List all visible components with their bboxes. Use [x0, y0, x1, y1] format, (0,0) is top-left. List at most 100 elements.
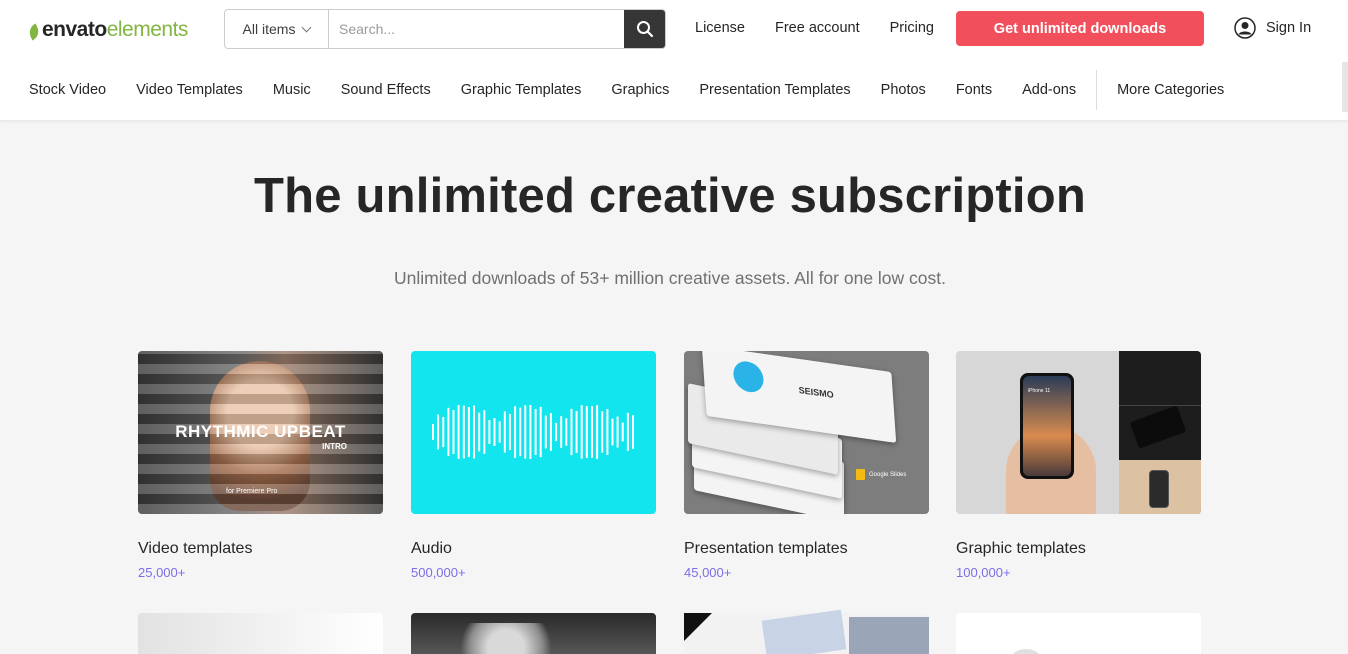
waveform-bar	[596, 405, 599, 459]
mockup-grid	[1119, 351, 1201, 514]
waveform-bar	[498, 421, 501, 443]
video-templates-thumbnail: RHYTHMIC UPBEAT INTRO for Premiere Pro	[138, 351, 383, 514]
card-title: Graphic templates	[956, 540, 1086, 557]
waveform-bar	[580, 405, 583, 459]
waveform-bar	[508, 413, 511, 451]
card-count: 45,000+	[684, 565, 732, 580]
google-slides-badge: Google Slides	[856, 469, 906, 480]
thumbnail-subtitle: INTRO	[322, 442, 347, 451]
user-icon	[1234, 17, 1256, 39]
card-title: Video templates	[138, 540, 253, 557]
category-stock-video[interactable]: Stock Video	[29, 82, 106, 98]
slide-title: SEISMO	[798, 384, 835, 400]
waveform-bar	[621, 422, 624, 442]
search-icon	[636, 21, 653, 38]
waveform-bar	[539, 406, 542, 458]
chevron-down-icon	[302, 22, 312, 32]
waveform-bar	[632, 415, 634, 449]
waveform-bar	[560, 416, 563, 448]
graphic-templates-thumbnail: iPhone 11	[956, 351, 1201, 514]
sign-in-button[interactable]: Sign In	[1234, 17, 1311, 39]
card-count: 25,000+	[138, 565, 186, 580]
waveform-bar	[616, 416, 619, 448]
phone-small-image	[1149, 470, 1169, 508]
card-thumbnail-row2-1[interactable]	[138, 613, 383, 654]
waveform-bar	[570, 408, 573, 456]
card-thumbnail-row2-4[interactable]	[956, 613, 1201, 654]
waveform-icon	[432, 405, 634, 459]
free-account-link[interactable]: Free account	[775, 20, 860, 38]
nav-scroll-indicator	[1342, 62, 1348, 112]
circle-shape	[732, 359, 765, 395]
pricing-link[interactable]: Pricing	[890, 20, 934, 38]
waveform-bar	[555, 422, 558, 442]
category-sound-effects[interactable]: Sound Effects	[341, 82, 431, 98]
card-presentation-templates[interactable]: SEISMO Google Slides Presentation templa…	[684, 351, 929, 580]
object-image	[1011, 649, 1041, 654]
waveform-bar	[442, 417, 445, 448]
category-music[interactable]: Music	[273, 82, 311, 98]
category-graphic-templates[interactable]: Graphic Templates	[461, 82, 582, 98]
search-input[interactable]	[329, 10, 624, 48]
card-count: 100,000+	[956, 565, 1011, 580]
more-categories-link[interactable]: More Categories	[1117, 82, 1224, 98]
waveform-bar	[457, 405, 460, 459]
waveform-bar	[483, 410, 486, 454]
search-filter-label: All items	[242, 21, 296, 37]
phone-screen: iPhone 11	[1023, 376, 1071, 476]
card-count: 500,000+	[411, 565, 466, 580]
search-filter-dropdown[interactable]: All items	[225, 10, 329, 48]
envato-elements-logo[interactable]: envato elements	[26, 17, 189, 43]
mockup-beige-panel	[1119, 460, 1201, 514]
category-nav: Stock Video Video Templates Music Sound …	[29, 70, 1254, 110]
waveform-bar	[437, 414, 440, 450]
card-thumbnail-row2-3[interactable]	[684, 609, 929, 654]
waveform-bar	[534, 409, 537, 455]
waveform-bar	[565, 418, 568, 446]
card-title: Audio	[411, 540, 452, 557]
category-photos[interactable]: Photos	[881, 82, 926, 98]
waveform-bar	[585, 406, 588, 458]
category-add-ons[interactable]: Add-ons	[1022, 82, 1076, 98]
license-link[interactable]: License	[695, 20, 745, 38]
waveform-bar	[478, 412, 481, 452]
waveform-bar	[575, 411, 578, 453]
grid-divider	[1119, 405, 1201, 406]
thumbnail-footer: for Premiere Pro	[226, 488, 278, 495]
category-fonts[interactable]: Fonts	[956, 82, 992, 98]
search-button[interactable]	[624, 10, 665, 48]
google-slides-icon	[856, 469, 865, 480]
category-video-templates[interactable]: Video Templates	[136, 82, 243, 98]
card-title: Presentation templates	[684, 540, 848, 557]
waveform-bar	[524, 405, 527, 459]
card-audio[interactable]: Audio 500,000+	[411, 351, 656, 580]
logo-text-elements: elements	[106, 18, 189, 41]
top-links: License Free account Pricing	[695, 20, 934, 38]
waveform-bar	[601, 411, 604, 453]
thumbnail-title: RHYTHMIC UPBEAT	[175, 422, 346, 441]
website-mockup-image	[761, 609, 847, 654]
waveform-bar	[514, 406, 517, 458]
waveform-bar	[432, 424, 434, 440]
google-slides-label: Google Slides	[869, 471, 907, 478]
corner-badge	[684, 613, 712, 641]
waveform-bar	[473, 405, 475, 459]
presentation-templates-thumbnail: SEISMO Google Slides	[684, 351, 929, 514]
waveform-bar	[549, 413, 552, 451]
category-graphics[interactable]: Graphics	[611, 82, 669, 98]
waveform-bar	[503, 411, 506, 453]
waveform-bar	[606, 409, 609, 455]
nav-divider	[1096, 70, 1098, 110]
card-thumbnail-row2-2[interactable]	[411, 613, 656, 654]
logo-text-envato: envato	[42, 18, 107, 41]
card-video-templates[interactable]: RHYTHMIC UPBEAT INTRO for Premiere Pro V…	[138, 351, 383, 580]
waveform-bar	[493, 418, 496, 446]
card-graphic-templates[interactable]: iPhone 11 Graphic templates 100,000+	[956, 351, 1201, 580]
phone-mockup: iPhone 11	[1020, 373, 1074, 479]
waveform-bar	[462, 405, 465, 459]
category-presentation-templates[interactable]: Presentation Templates	[699, 82, 850, 98]
waveform-bar	[488, 420, 491, 444]
waveform-bar	[452, 410, 455, 454]
get-unlimited-downloads-button[interactable]: Get unlimited downloads	[956, 11, 1204, 46]
waveform-bar	[519, 407, 522, 457]
